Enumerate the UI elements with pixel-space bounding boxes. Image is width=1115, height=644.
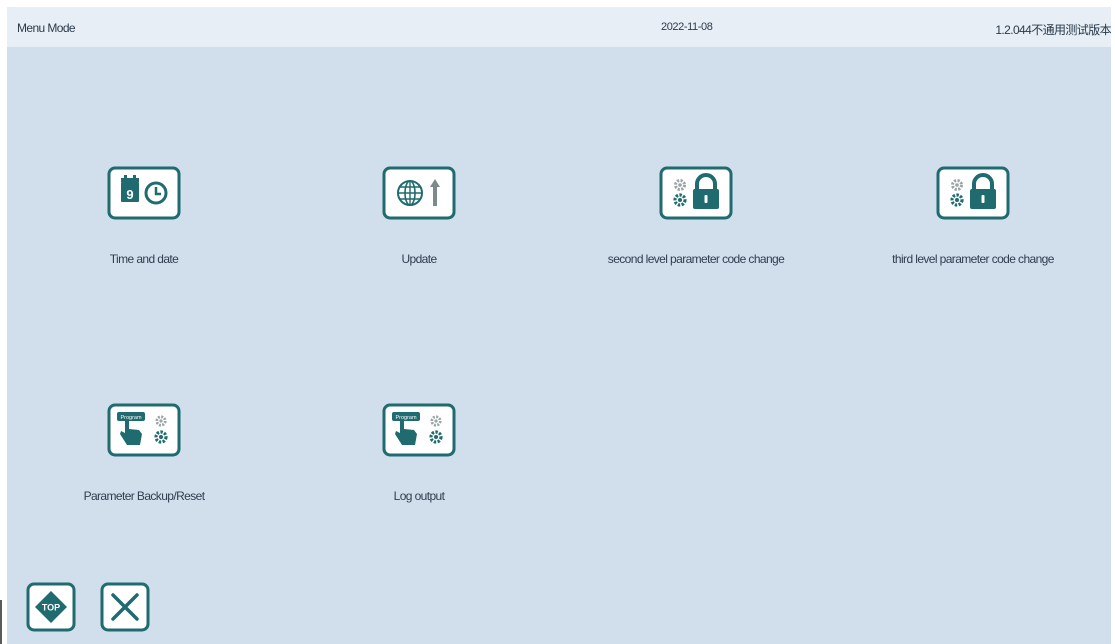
- menu-item-label: third level parameter code change: [892, 252, 1054, 266]
- globe-upload-icon: [382, 166, 456, 220]
- header-bar: Menu Mode 2022-11-08 1.2.044不通用测试版本: [7, 7, 1111, 47]
- svg-text:Program: Program: [395, 415, 417, 421]
- close-icon: [100, 582, 150, 632]
- menu-item-label: Log output: [393, 489, 445, 503]
- menu-item-label: Time and date: [109, 252, 179, 266]
- menu-screen: Menu Mode 2022-11-08 1.2.044不通用测试版本 9 Ti…: [7, 7, 1111, 644]
- menu-item-second-level-code-change[interactable]: second level parameter code change: [581, 166, 811, 286]
- version-display: 1.2.044不通用测试版本: [995, 23, 1111, 37]
- menu-item-time-and-date[interactable]: 9 Time and date: [29, 166, 259, 286]
- svg-text:Program: Program: [120, 415, 142, 421]
- top-icon: TOP: [26, 582, 76, 632]
- mode-title: Menu Mode: [17, 21, 76, 35]
- top-button[interactable]: TOP: [26, 582, 76, 632]
- menu-item-label: Update: [401, 252, 437, 266]
- window-edge: [0, 600, 2, 644]
- top-icon-text: TOP: [42, 603, 60, 613]
- menu-item-label: second level parameter code change: [607, 252, 785, 266]
- svg-text:9: 9: [126, 187, 133, 202]
- menu-item-log-output[interactable]: Program Log output: [304, 403, 534, 523]
- menu-item-update[interactable]: Update: [304, 166, 534, 286]
- program-hand-gear-icon: Program: [382, 403, 456, 457]
- close-button[interactable]: [100, 582, 150, 632]
- date-display: 2022-11-08: [661, 21, 713, 33]
- gear-lock-icon: [936, 166, 1010, 220]
- menu-item-parameter-backup-reset[interactable]: Program Parameter Backup/Reset: [29, 403, 259, 523]
- gear-lock-icon: [659, 166, 733, 220]
- menu-item-label: Parameter Backup/Reset: [83, 489, 205, 503]
- program-hand-gear-icon: Program: [107, 403, 181, 457]
- menu-item-third-level-code-change[interactable]: third level parameter code change: [858, 166, 1088, 286]
- calendar-clock-icon: 9: [107, 166, 181, 220]
